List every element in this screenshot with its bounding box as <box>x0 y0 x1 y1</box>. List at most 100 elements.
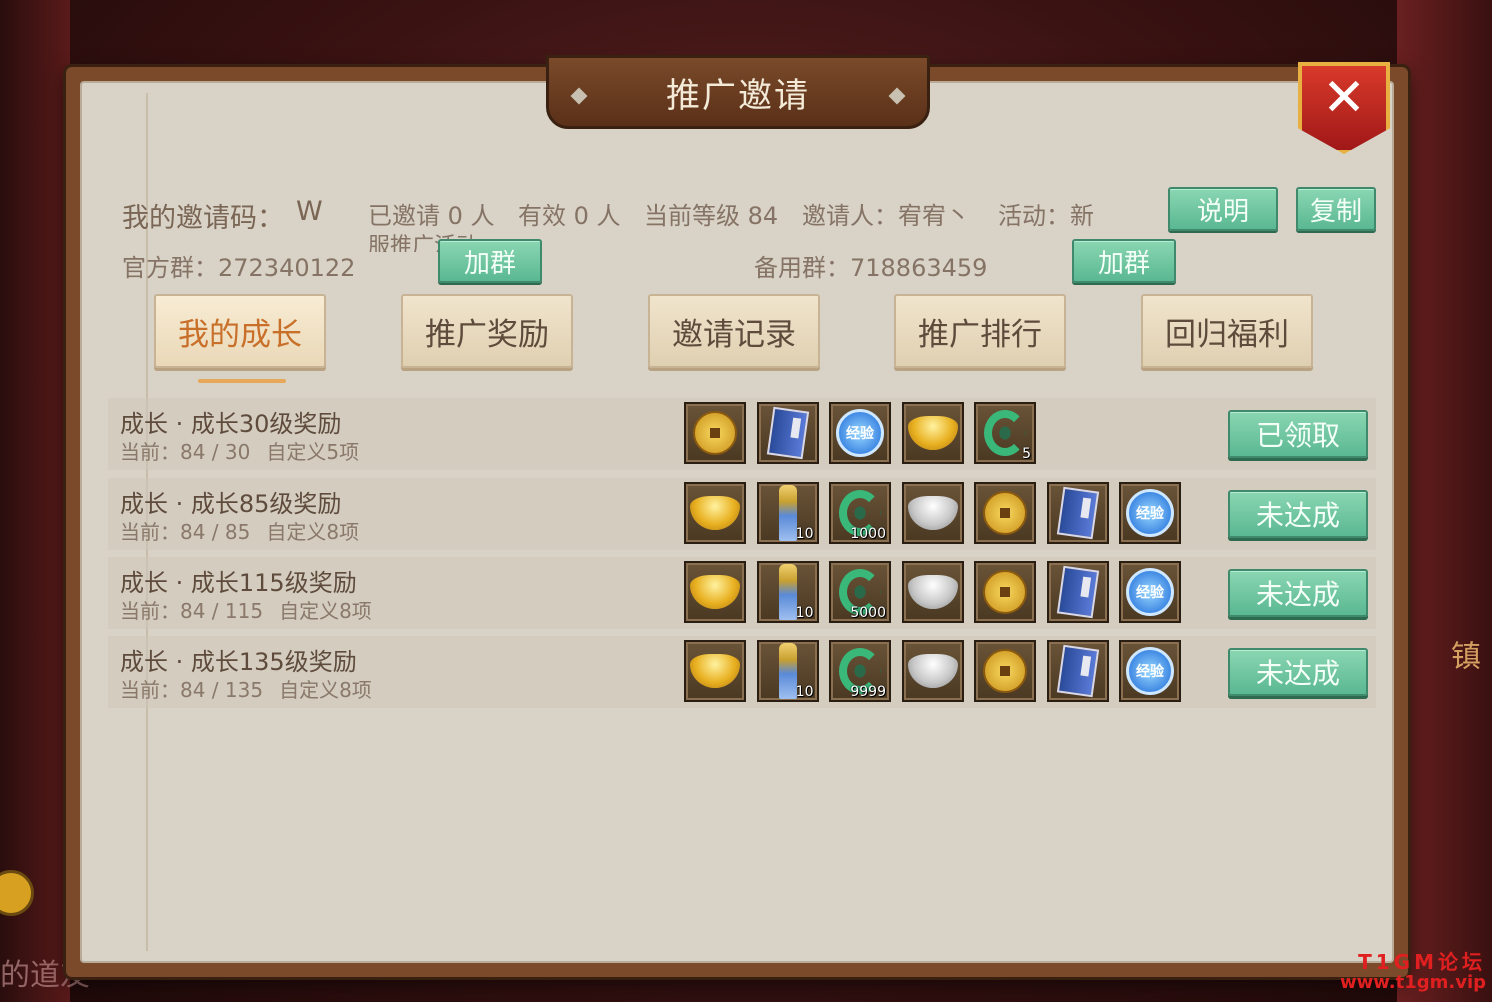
item-count: 5000 <box>850 605 886 621</box>
reward-progress: 当前：84 / 30 自定义5项 <box>120 436 359 465</box>
tab-invite-records[interactable]: 邀请记录 <box>648 294 820 368</box>
exp-orb-icon: 经验 <box>836 409 884 457</box>
background-right <box>1397 0 1492 1002</box>
reward-item-slot[interactable]: 10 <box>756 482 819 544</box>
reward-title: 成长 · 成长115级奖励 <box>120 569 357 597</box>
title-plate: 推广邀请 <box>546 55 930 129</box>
reward-item-slot[interactable] <box>974 561 1036 623</box>
current-level: 当前等级 84 <box>644 202 779 230</box>
reward-item-slot[interactable]: 1000 <box>829 482 891 544</box>
item-count: 10 <box>795 526 814 542</box>
reward-status-button[interactable]: 已领取 <box>1228 410 1368 458</box>
item-count: 10 <box>795 684 814 700</box>
invited-count: 已邀请 0 人 <box>368 202 495 230</box>
reward-item-slot[interactable] <box>974 482 1036 544</box>
valid-count: 有效 0 人 <box>518 202 621 230</box>
reward-item-slot[interactable] <box>684 482 746 544</box>
reward-item-slot[interactable] <box>756 402 819 464</box>
title-ornament-right <box>888 87 906 105</box>
sword-icon <box>778 485 797 541</box>
reward-item-slot[interactable]: 5 <box>974 402 1036 464</box>
reward-item-slot[interactable] <box>1046 640 1109 702</box>
reward-item-slot[interactable] <box>974 640 1036 702</box>
tab-promotion-rewards[interactable]: 推广奖励 <box>401 294 573 368</box>
copper-coin-icon <box>983 649 1027 693</box>
watermark-url: www.t1gm.vip <box>1340 972 1486 993</box>
jade-dragon-icon <box>984 410 1026 456</box>
reward-progress-value: 当前：84 / 85 <box>120 520 251 544</box>
gold-ingot-icon <box>690 654 740 688</box>
invite-code-value: W <box>296 196 323 227</box>
reward-title: 成长 · 成长135级奖励 <box>120 648 357 676</box>
sword-icon <box>778 643 797 699</box>
activity: 活动：新 <box>998 202 1094 230</box>
copper-coin-icon <box>983 570 1027 614</box>
join-official-group-button[interactable]: 加群 <box>438 239 542 283</box>
gold-ingot-icon <box>690 496 740 530</box>
backup-group: 备用群：718863459 <box>754 254 988 282</box>
tab-return-benefits[interactable]: 回归福利 <box>1141 294 1313 368</box>
reward-item-slot[interactable]: 经验 <box>1119 482 1181 544</box>
inviter: 邀请人：宥宥丶 <box>802 202 970 230</box>
explain-button[interactable]: 说明 <box>1168 187 1278 231</box>
skill-book-icon <box>1056 644 1099 698</box>
close-icon: ✕ <box>1322 68 1366 128</box>
reward-item-slot[interactable] <box>901 402 964 464</box>
reward-title: 成长 · 成长30级奖励 <box>120 410 342 438</box>
reward-progress-value: 当前：84 / 115 <box>120 599 264 623</box>
join-backup-group-button[interactable]: 加群 <box>1072 239 1176 283</box>
reward-item-slot[interactable] <box>1046 482 1109 544</box>
skill-book-icon <box>1056 565 1099 619</box>
copy-button[interactable]: 复制 <box>1296 187 1376 231</box>
reward-status-button[interactable]: 未达成 <box>1228 569 1368 617</box>
official-group: 官方群：272340122 <box>122 254 356 282</box>
reward-progress: 当前：84 / 135 自定义8项 <box>120 674 372 703</box>
dialog-title: 推广邀请 <box>666 75 810 116</box>
item-count: 5 <box>1022 446 1031 462</box>
reward-item-slot[interactable]: 经验 <box>1119 561 1181 623</box>
tab-promotion-ranking[interactable]: 推广排行 <box>894 294 1066 368</box>
reward-custom-count: 自定义5项 <box>266 440 360 464</box>
reward-custom-count: 自定义8项 <box>279 599 372 623</box>
reward-item-slot[interactable] <box>1046 561 1109 623</box>
reward-item-slot[interactable]: 经验 <box>1119 640 1181 702</box>
watermark-title: T1GM论坛 <box>1358 950 1486 974</box>
item-count: 1000 <box>850 526 886 542</box>
item-count: 9999 <box>850 684 886 700</box>
background-side-text: 镇 <box>1445 640 1480 670</box>
exp-orb-icon: 经验 <box>1126 489 1174 537</box>
reward-item-slot[interactable] <box>684 561 746 623</box>
silver-ingot-icon <box>907 575 958 609</box>
reward-progress-value: 当前：84 / 135 <box>120 678 264 702</box>
reward-custom-count: 自定义8项 <box>279 678 372 702</box>
reward-item-slot[interactable] <box>901 640 964 702</box>
gold-ingot-icon <box>690 575 740 609</box>
reward-item-slot[interactable] <box>684 402 746 464</box>
reward-item-slot[interactable]: 10 <box>756 640 819 702</box>
reward-item-slot[interactable] <box>901 482 964 544</box>
gold-ingot-icon <box>907 416 958 450</box>
reward-status-button[interactable]: 未达成 <box>1228 648 1368 696</box>
reward-item-slot[interactable]: 经验 <box>829 402 891 464</box>
reward-item-slot[interactable]: 9999 <box>829 640 891 702</box>
reward-progress: 当前：84 / 115 自定义8项 <box>120 595 372 624</box>
reward-item-slot[interactable]: 10 <box>756 561 819 623</box>
tab-my-growth[interactable]: 我的成长 <box>154 294 326 368</box>
sword-icon <box>778 564 797 620</box>
reward-title: 成长 · 成长85级奖励 <box>120 490 342 518</box>
reward-item-slot[interactable] <box>901 561 964 623</box>
reward-item-slot[interactable]: 5000 <box>829 561 891 623</box>
reward-progress: 当前：84 / 85 自定义8项 <box>120 516 359 545</box>
invite-code-label: 我的邀请码： <box>122 203 284 234</box>
copper-coin-icon <box>693 411 737 455</box>
exp-orb-icon: 经验 <box>1126 568 1174 616</box>
reward-status-button[interactable]: 未达成 <box>1228 490 1368 538</box>
item-count: 10 <box>795 605 814 621</box>
skill-book-icon <box>1056 486 1099 540</box>
reward-item-slot[interactable] <box>684 640 746 702</box>
title-ornament-left <box>570 87 588 105</box>
copper-coin-icon <box>983 491 1027 535</box>
active-tab-indicator <box>198 379 286 383</box>
silver-ingot-icon <box>907 496 958 530</box>
skill-book-icon <box>766 406 809 460</box>
